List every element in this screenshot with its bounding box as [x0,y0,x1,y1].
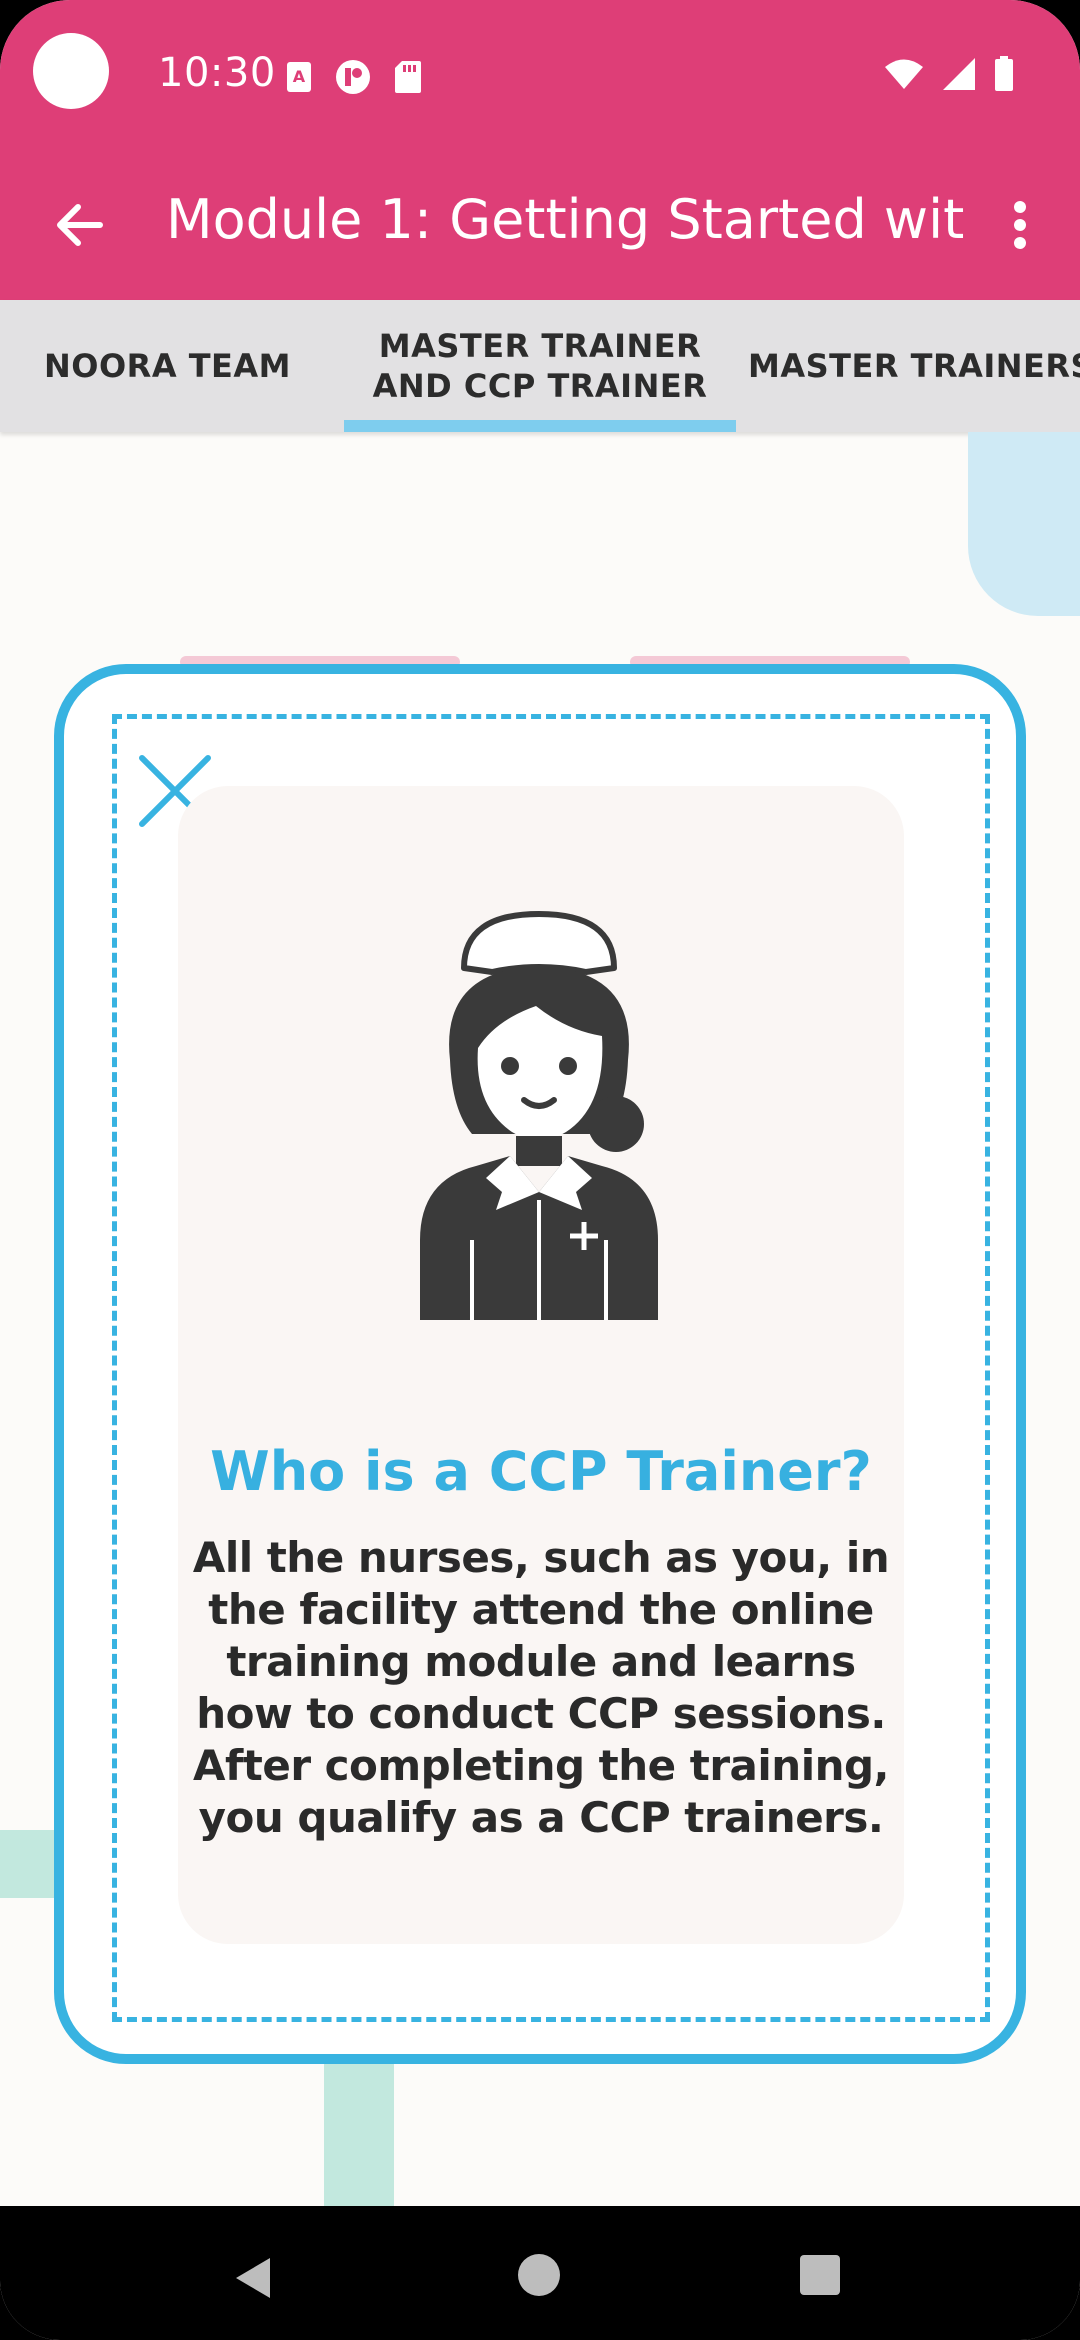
card-body-text: All the nurses, such as you, in the faci… [192,1533,890,1842]
battery-icon [995,56,1013,91]
selected-tab-indicator [344,420,736,432]
cell-signal-icon [943,58,975,90]
tab-master-trainers[interactable]: MASTER TRAINERS [748,300,1080,432]
background-decoration [0,1830,60,1898]
screen: 10:30 A Module 1: Getting Started with..… [0,0,1080,2340]
sd-card-icon [395,61,421,93]
camera-cutout [33,33,109,109]
home-circle-icon[interactable] [518,2254,560,2296]
back-triangle-icon[interactable] [232,2256,272,2300]
wifi-icon [885,59,923,89]
tab-label: MASTER TRAINER AND CCP TRAINER [372,327,708,405]
background-decoration [968,432,1080,616]
background-decoration [324,2060,394,2208]
recents-square-icon[interactable] [800,2255,840,2295]
app-bar: Module 1: Getting Started with... [0,150,1080,300]
tab-bar: NOORA TEAM MASTER TRAINER AND CCP TRAINE… [0,300,1080,432]
a-icon: A [287,62,311,92]
tab-noora-team[interactable]: NOORA TEAM [20,300,315,432]
system-nav-bar [0,2206,1080,2340]
nurse-icon [420,911,658,1320]
page-title: Module 1: Getting Started with... [166,188,966,251]
tab-master-trainer-and-ccp-trainer[interactable]: MASTER TRAINER AND CCP TRAINER [344,300,736,432]
svg-text:A: A [293,67,306,86]
more-vertical-icon[interactable] [1000,195,1040,255]
back-arrow-icon[interactable] [50,195,110,255]
sync-icon [336,60,370,94]
status-time: 10:30 [158,50,276,96]
card-heading: Who is a CCP Trainer? [210,1440,872,1503]
status-bar: 10:30 A [0,0,1080,150]
